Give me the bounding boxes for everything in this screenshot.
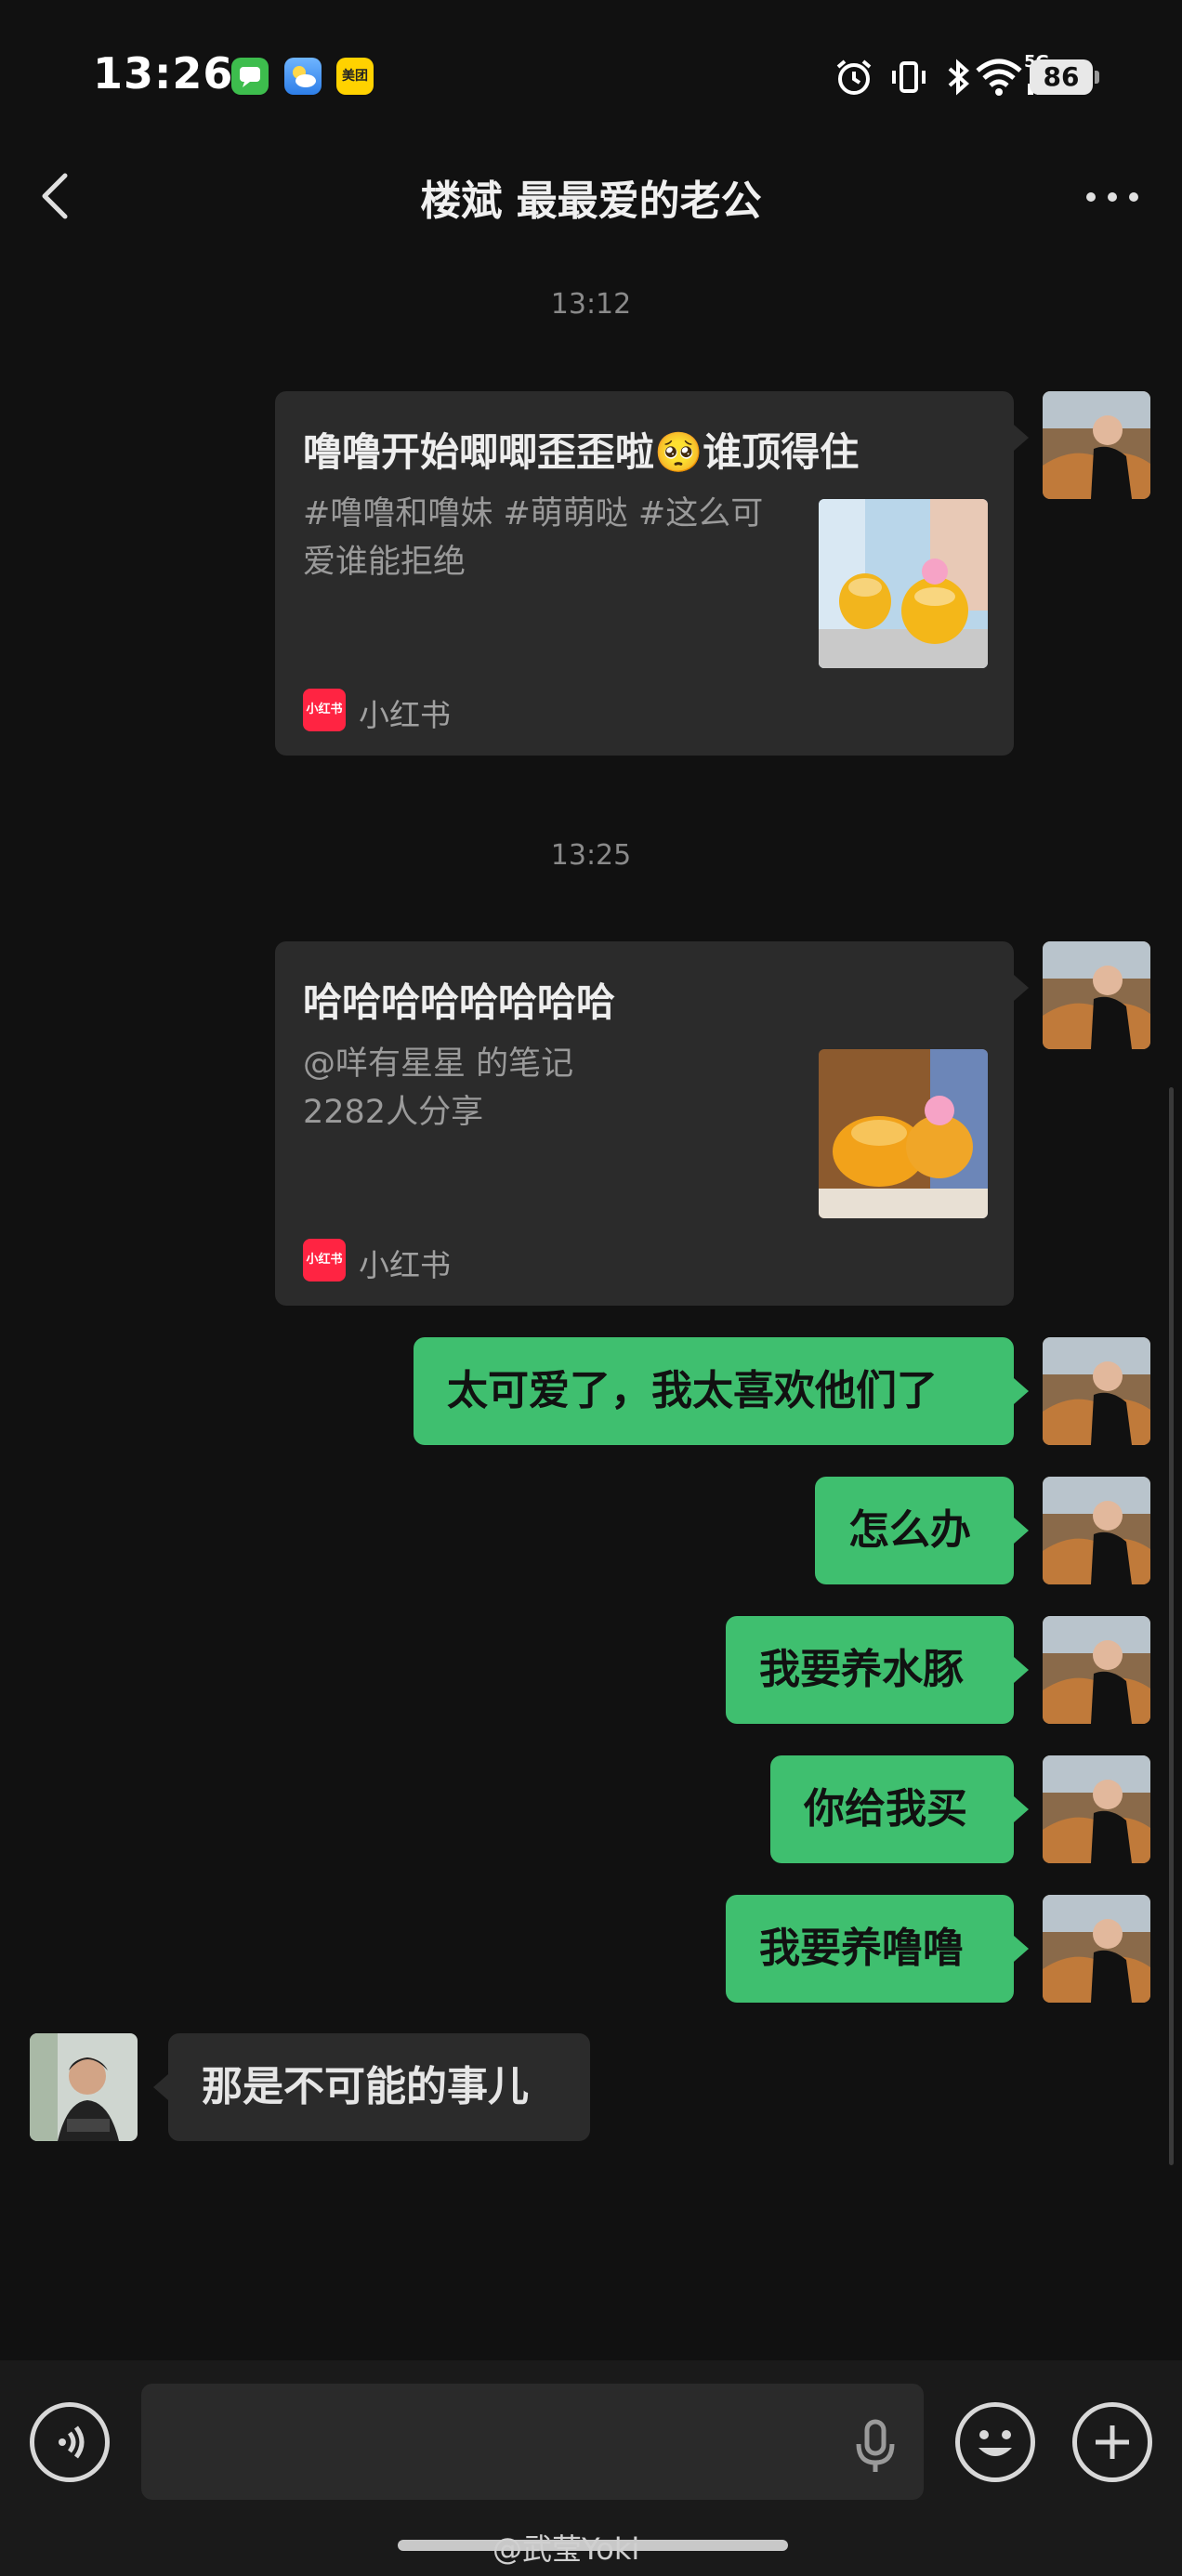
- plus-icon[interactable]: [1072, 2402, 1152, 2482]
- card-thumbnail: [819, 1049, 988, 1218]
- message-bubble[interactable]: 太可爱了，我太喜欢他们了: [414, 1337, 1029, 1445]
- timestamp: 13:25: [550, 839, 632, 872]
- emoji-icon[interactable]: [955, 2402, 1035, 2482]
- avatar[interactable]: [1043, 1337, 1150, 1445]
- mic-icon[interactable]: [851, 2416, 900, 2476]
- scrollbar[interactable]: [1169, 1087, 1174, 2165]
- status-time: 13:26: [93, 48, 234, 99]
- avatar[interactable]: [1043, 1895, 1150, 2003]
- shared-note-card[interactable]: 哈哈哈哈哈哈哈哈 @咩有星星 的笔记 2282人分享 小红书 小红书: [275, 941, 1029, 1306]
- card-author: @咩有星星 的笔记: [303, 1045, 574, 1083]
- messages-icon: [231, 58, 269, 95]
- vibrate-icon: [888, 52, 929, 102]
- weather-icon: [284, 58, 322, 95]
- avatar[interactable]: [1043, 1755, 1150, 1863]
- xiaohongshu-logo: 小红书: [303, 689, 346, 731]
- message-input[interactable]: [141, 2384, 924, 2500]
- message-bubble[interactable]: 你给我买: [770, 1755, 1029, 1863]
- more-options-icon[interactable]: [1080, 177, 1145, 217]
- message-bubble[interactable]: 怎么办: [815, 1477, 1029, 1584]
- timestamp: 13:12: [550, 288, 632, 321]
- bluetooth-icon: [944, 52, 972, 102]
- message-bubble[interactable]: 那是不可能的事儿: [153, 2033, 590, 2141]
- contact-avatar[interactable]: [30, 2033, 138, 2141]
- avatar[interactable]: [1043, 1477, 1150, 1584]
- card-thumbnail: [819, 499, 988, 668]
- card-source: 小红书: [359, 1247, 451, 1283]
- card-source: 小红书: [359, 697, 451, 733]
- xiaohongshu-logo: 小红书: [303, 1239, 346, 1281]
- watermark: @武莹Yoki: [492, 2531, 640, 2567]
- wifi-icon: [974, 52, 1024, 102]
- card-title: 哈哈哈哈哈哈哈哈: [303, 979, 616, 1025]
- message-bubble[interactable]: 我要养水豚: [726, 1616, 1029, 1724]
- avatar[interactable]: [1043, 391, 1150, 499]
- avatar[interactable]: [1043, 1616, 1150, 1724]
- voice-icon[interactable]: [30, 2402, 110, 2482]
- card-share-count: 2282人分享: [303, 1094, 484, 1131]
- battery-indicator: 86: [1030, 59, 1099, 95]
- alarm-icon: [833, 52, 875, 102]
- shared-note-card[interactable]: 噜噜开始唧唧歪歪啦🥺谁顶得住 #噜噜和噜妹 #萌萌哒 #这么可爱谁能拒绝 小红书…: [275, 391, 1029, 756]
- chat-title: 楼斌 最最爱的老公: [420, 177, 762, 225]
- card-description: #噜噜和噜妹 #萌萌哒 #这么可爱谁能拒绝: [303, 495, 764, 581]
- avatar[interactable]: [1043, 941, 1150, 1049]
- message-bubble[interactable]: 我要养噜噜: [726, 1895, 1029, 2003]
- meituan-icon: 美团: [336, 58, 374, 95]
- card-description: @咩有星星 的笔记 2282人分享: [303, 1040, 786, 1137]
- card-title: 噜噜开始唧唧歪歪啦🥺谁顶得住: [303, 429, 860, 475]
